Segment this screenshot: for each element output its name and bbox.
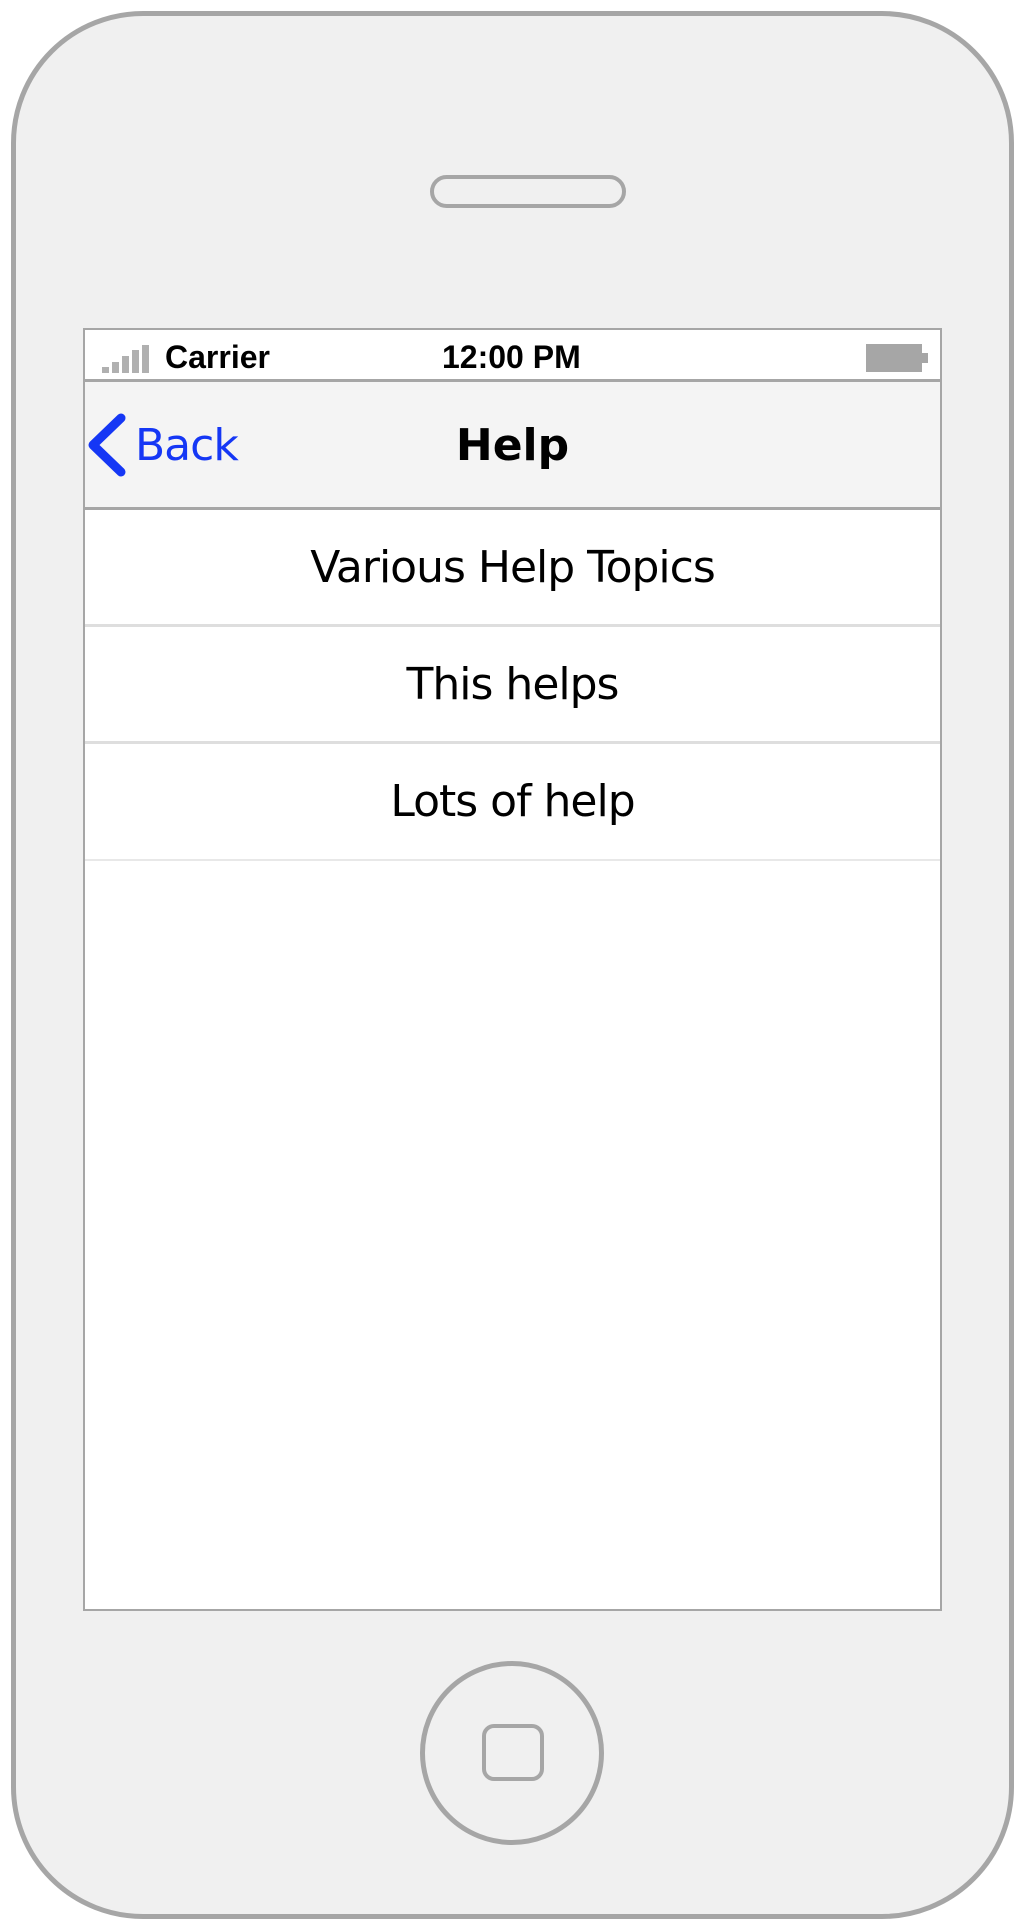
phone-screen: Carrier 12:00 PM Back Help Various Help … [83,328,942,1611]
status-bar: Carrier 12:00 PM [85,330,940,382]
navigation-bar: Back Help [85,382,940,510]
list-item-this-helps[interactable]: This helps [85,627,940,744]
speaker-grille [430,175,626,208]
status-time: 12:00 PM [442,339,581,375]
list-item-lots-of-help[interactable]: Lots of help [85,744,940,861]
signal-bars-icon [102,345,149,373]
list-item-various-help-topics[interactable]: Various Help Topics [85,510,940,627]
home-button-square-icon [482,1724,544,1781]
carrier-label: Carrier [165,339,270,375]
battery-icon [866,344,928,372]
help-topics-list: Various Help Topics This helps Lots of h… [85,510,940,861]
page-title: Help [455,420,570,471]
